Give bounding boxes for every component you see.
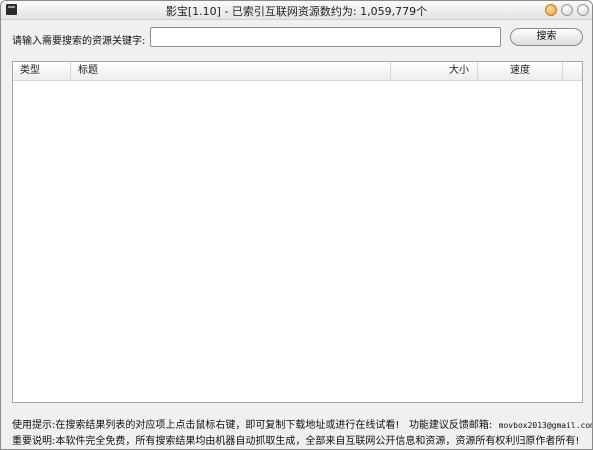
column-header-size[interactable]: 大小 (391, 62, 478, 80)
minimize-button[interactable] (545, 4, 557, 16)
title-bar[interactable]: 影宝[1.10] - 已索引互联网资源数约为: 1,059,779个 (1, 1, 592, 20)
column-header-title[interactable]: 标题 (71, 62, 391, 80)
tip-label: 使用提示: (12, 420, 56, 431)
results-header: 类型 标题 大小 速度 (13, 62, 582, 81)
window-title: 影宝[1.10] - 已索引互联网资源数约为: 1,059,779个 (165, 5, 428, 18)
column-header-speed[interactable]: 速度 (478, 62, 563, 80)
results-body[interactable] (13, 81, 582, 402)
notice-label: 重要说明: (12, 436, 56, 447)
close-button[interactable] (577, 4, 589, 16)
search-button[interactable]: 搜索 (510, 28, 583, 46)
tip-text: 在搜索结果列表的对应项上点击鼠标右键，即可复制下载地址或进行在线试看! (55, 420, 400, 431)
results-list[interactable]: 类型 标题 大小 速度 (12, 61, 583, 403)
maximize-button[interactable] (561, 4, 573, 16)
feedback-email: movbox2013@gmail.com (498, 421, 593, 430)
column-header-filler (563, 62, 582, 80)
app-window: 影宝[1.10] - 已索引互联网资源数约为: 1,059,779个 请输入需要… (0, 0, 593, 450)
notice-text: 本软件完全免费，所有搜索结果均由机器自动抓取生成，全部来自互联网公开信息和资源，… (55, 436, 580, 447)
search-label: 请输入需要搜索的资源关键字: (12, 36, 146, 47)
important-notice: 重要说明:本软件完全免费，所有搜索结果均由机器自动抓取生成，全部来自互联网公开信… (12, 432, 579, 447)
usage-tip: 使用提示:在搜索结果列表的对应项上点击鼠标右键，即可复制下载地址或进行在线试看!… (12, 416, 593, 431)
feedback-label: 功能建议反馈邮箱: (408, 420, 493, 431)
search-input[interactable] (150, 27, 501, 47)
column-header-type[interactable]: 类型 (13, 62, 71, 80)
